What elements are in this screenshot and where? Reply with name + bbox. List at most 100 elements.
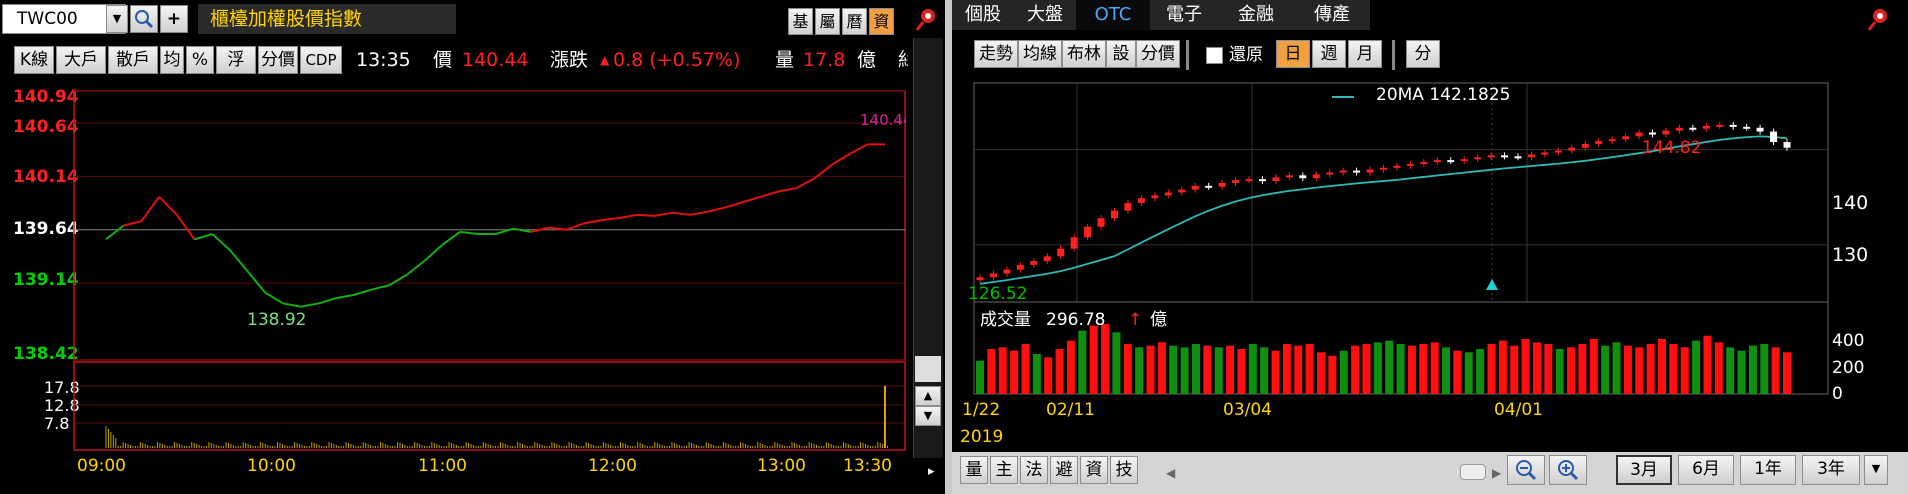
candle-body: [989, 273, 997, 278]
candle-body: [1501, 155, 1509, 158]
volume-bar: [1339, 350, 1348, 394]
volume-bar: [1510, 345, 1519, 394]
candle-body: [1003, 269, 1011, 274]
volume-bar: [976, 360, 984, 394]
price-segment: [583, 219, 602, 225]
candle-body: [1111, 210, 1118, 219]
candle-body: [1030, 261, 1038, 265]
intraday-panel: TWC00 ▼ + 櫃檯加權股價指數 基 屬 曆 資 K線 大戶 散戶 均 % …: [0, 0, 945, 494]
low-marker: 138.92: [247, 310, 307, 330]
price-segment: [565, 222, 585, 231]
time-tick: 13:00: [757, 456, 806, 476]
volume-up-arrow-icon: ↑: [1128, 310, 1143, 330]
volume-bar: [1578, 344, 1587, 394]
candle-body: [1729, 124, 1737, 127]
volume-bar: [1248, 344, 1257, 394]
scroll-thumb[interactable]: [1460, 464, 1486, 480]
price-segment: [140, 196, 160, 222]
price-segment: [601, 217, 620, 222]
range-dropdown-icon[interactable]: ▼: [1864, 455, 1888, 485]
scroll-down-icon[interactable]: ▼: [915, 406, 941, 426]
cursor-marker: [1486, 279, 1498, 290]
range-1y-button[interactable]: 1年: [1740, 455, 1796, 485]
volume-bar: [1214, 347, 1223, 394]
indicator-tech-button[interactable]: 技: [1110, 456, 1138, 484]
price-segment: [672, 211, 691, 216]
price-segment: [441, 231, 461, 246]
indicator-main-button[interactable]: 主: [990, 456, 1018, 484]
volume-bar: [1260, 347, 1269, 394]
volume-bar: [1442, 347, 1451, 394]
volume-bar: [1169, 345, 1178, 394]
scroll-right-icon[interactable]: ▶: [1492, 463, 1501, 483]
candle-body: [1043, 256, 1051, 262]
volume-bar: [1316, 352, 1325, 394]
candle-body: [1272, 177, 1280, 182]
scroll-up-icon[interactable]: ▲: [915, 386, 941, 406]
volume-bar: [1407, 345, 1416, 394]
volume-bar: [1476, 349, 1485, 394]
price-segment: [158, 195, 178, 216]
price-segment: [194, 233, 213, 241]
volume-bar: [1078, 330, 1087, 394]
candle-body: [1608, 139, 1616, 142]
candle-body: [1312, 174, 1320, 179]
range-3y-button[interactable]: 3年: [1802, 455, 1860, 485]
volume-bar: [1021, 344, 1030, 394]
volume-bar: [1135, 347, 1144, 394]
price-segment: [176, 214, 196, 240]
volume-bar: [1760, 344, 1769, 394]
volume-frame: [73, 361, 906, 451]
volume-bar: [1044, 357, 1053, 394]
price-tick: 130: [1832, 244, 1869, 266]
price-segment: [513, 227, 532, 233]
candle-body: [1393, 165, 1401, 168]
volume-bar: [1521, 339, 1530, 394]
volume-tick: 200: [1832, 358, 1865, 378]
price-segment: [353, 288, 372, 296]
volume-bar: [1453, 350, 1462, 394]
candle-body: [1016, 264, 1024, 270]
zoom-in-button[interactable]: [1549, 455, 1587, 485]
volume-bar: [1714, 342, 1723, 394]
volume-bar: [1146, 345, 1155, 394]
candle-body: [1245, 179, 1253, 182]
price-segment: [335, 293, 355, 300]
volume-bar: [1010, 350, 1019, 394]
volume-bar: [1623, 345, 1632, 394]
daily-panel: 個股 大盤 OTC 電子 金融 傳產 走勢 均線 布林 設 分價 還原 日 週 …: [952, 0, 1908, 494]
price-segment: [211, 233, 231, 251]
candle-body: [1191, 185, 1199, 190]
volume-bar: [1532, 342, 1541, 394]
price-segment: [654, 211, 673, 217]
volume-bar: [1635, 347, 1644, 394]
zoom-out-button[interactable]: [1507, 455, 1545, 485]
range-3m-button[interactable]: 3月: [1616, 455, 1672, 485]
volume-bar: [1703, 335, 1712, 394]
indicator-institution-button[interactable]: 法: [1020, 456, 1048, 484]
volume-bar: [1646, 344, 1655, 394]
volume-total: 296.78: [1046, 310, 1106, 330]
price-segment: [388, 273, 408, 287]
price-segment: [459, 230, 478, 236]
indicator-hedge-button[interactable]: 避: [1050, 456, 1078, 484]
candle-body: [1124, 202, 1132, 211]
volume-bar: [1362, 344, 1371, 394]
candle-body: [1675, 127, 1683, 131]
panel-divider[interactable]: [945, 0, 952, 494]
volume-bar: [1464, 352, 1473, 394]
candle-body: [1716, 124, 1724, 127]
volume-bar: [1657, 339, 1666, 394]
volume-bar: [1157, 342, 1166, 394]
volume-bar: [1555, 349, 1564, 394]
candle-body: [1380, 167, 1387, 170]
indicator-margin-button[interactable]: 資: [1080, 456, 1108, 484]
price-segment: [406, 259, 426, 276]
scroll-left-icon[interactable]: ◀: [1166, 463, 1175, 483]
range-6m-button[interactable]: 6月: [1678, 455, 1734, 485]
indicator-volume-button[interactable]: 量: [960, 456, 988, 484]
volume-bar: [1783, 352, 1791, 394]
expand-arrow-icon[interactable]: ▸: [928, 462, 935, 482]
scroll-thumb[interactable]: [915, 356, 941, 382]
price-segment: [637, 213, 655, 217]
